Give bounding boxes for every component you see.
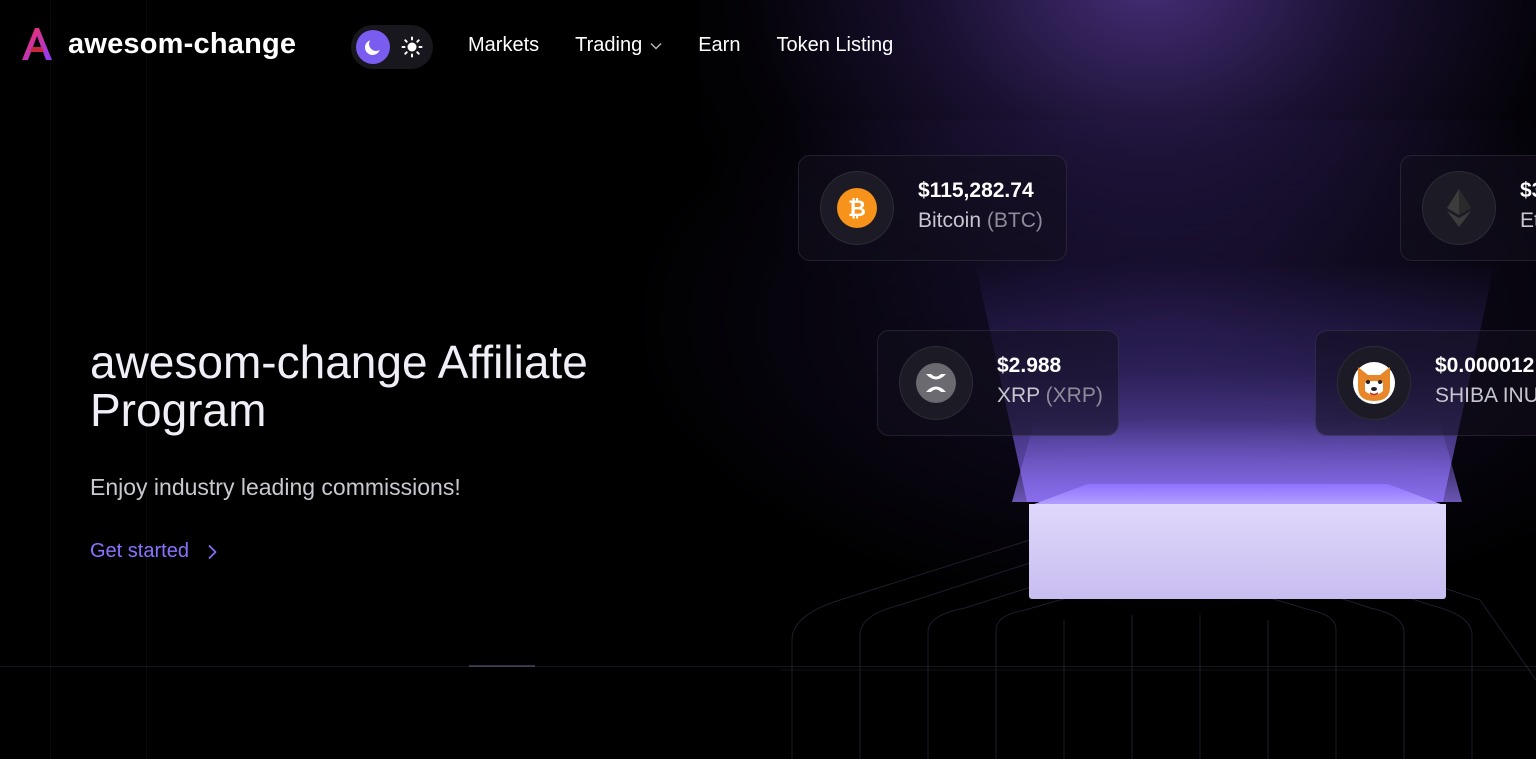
coin-symbol: (BTC) [986,209,1043,232]
coin-name: XRP [997,384,1040,407]
xrp-icon [916,363,956,403]
nav-earn[interactable]: Earn [698,34,740,57]
pedestal [1029,504,1446,599]
nav-trading[interactable]: Trading [575,34,662,57]
main-nav: Markets Trading Earn Token Listing [468,34,929,57]
coin-card-bitcoin[interactable]: ₿ $115,282.74 Bitcoin (BTC) [798,155,1067,261]
top-navigation: awesom-change Markets Trading Earn Token… [0,0,1536,94]
coin-name: Et [1520,209,1536,232]
coin-icon-container: ₿ [820,171,894,245]
hero-title: awesom-change Affiliate Program [90,336,588,436]
bg-grid-line [50,0,51,759]
nav-token-listing[interactable]: Token Listing [776,34,893,57]
pedestal-top [1029,484,1446,506]
coin-card-ethereum[interactable]: $3 Et [1400,155,1536,261]
brand-name: awesom-change [68,27,297,60]
coin-price: $115,282.74 [918,179,1034,202]
nav-trading-label: Trading [575,34,643,56]
brand-logo-icon [22,28,52,60]
coin-symbol: (XRP) [1045,384,1103,407]
theme-toggle[interactable] [351,25,433,69]
moon-icon[interactable] [356,30,390,64]
coin-name: Bitcoin [918,209,982,232]
section-divider [0,666,1536,667]
coin-price: $0.000012 [1435,354,1535,377]
coin-icon-container [1337,346,1411,420]
brand-logo[interactable]: awesom-change [20,26,296,62]
coin-card-shiba-inu[interactable]: $0.000012 SHIBA INU [1315,330,1536,436]
hero-subtitle: Enjoy industry leading commissions! [90,474,461,500]
coin-icon-container [899,346,973,420]
chevron-right-icon [208,544,217,559]
bitcoin-icon: ₿ [837,188,877,228]
section-divider-accent [469,665,535,667]
svg-text:₿: ₿ [848,197,866,222]
get-started-label: Get started [90,540,189,562]
get-started-link[interactable]: Get started [90,540,217,563]
coin-price: $2.988 [997,354,1062,377]
sun-icon[interactable] [400,35,424,59]
nav-markets[interactable]: Markets [468,34,539,57]
chevron-down-icon [650,42,662,49]
shiba-inu-icon [1353,362,1395,404]
ethereum-icon [1447,189,1471,227]
coin-card-xrp[interactable]: $2.988 XRP (XRP) [877,330,1119,436]
coin-icon-container [1422,171,1496,245]
coin-name: SHIBA INU [1435,384,1536,407]
coin-price: $3 [1520,179,1536,202]
